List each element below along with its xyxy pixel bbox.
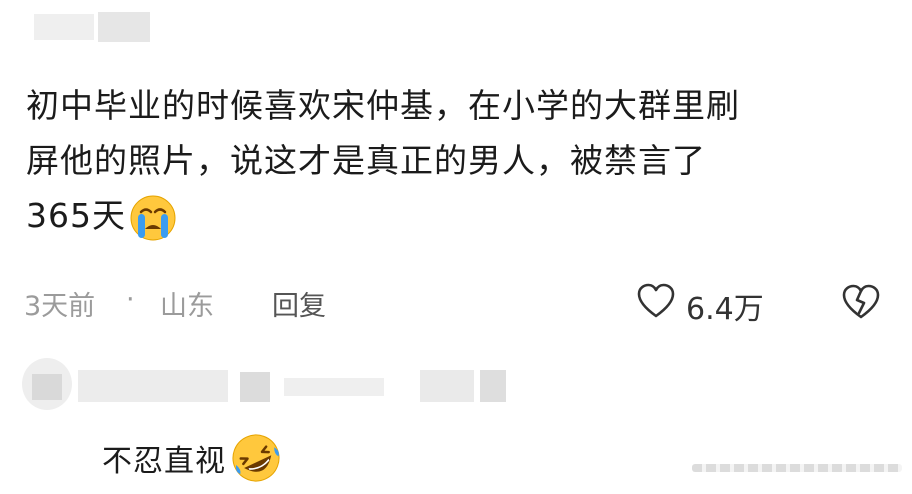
crying-face-icon (130, 195, 176, 240)
meta-dot: · (126, 284, 135, 315)
comment-line-text: 365天 (26, 196, 126, 235)
comment-time: 3天前 (24, 291, 96, 322)
broken-heart-icon[interactable] (841, 283, 881, 323)
heart-icon (637, 283, 675, 318)
username-blur (98, 12, 150, 42)
reply-username-blur (420, 370, 474, 402)
reply-button[interactable]: 回复 (272, 284, 326, 323)
comment-body: 初中毕业的时候喜欢宋仲基，在小学的大群里刷 屏他的照片，说这才是真正的男人，被禁… (26, 78, 886, 243)
like-count: 6.4万 (686, 292, 764, 327)
username-blur (34, 14, 94, 40)
reply-username-blur (284, 378, 384, 396)
reply-username-blur (78, 370, 228, 402)
avatar[interactable] (22, 358, 72, 410)
reply-body: 不忍直视 (102, 434, 284, 486)
reply-username-blur (240, 372, 270, 402)
comment-location: 山东 (160, 291, 214, 322)
comment-line: 初中毕业的时候喜欢宋仲基，在小学的大群里刷 (26, 86, 740, 125)
rolling-on-floor-laughing-icon (232, 434, 280, 481)
reply-text: 不忍直视 (102, 444, 226, 479)
comment-line: 365天 (26, 188, 886, 243)
reply-username-blur (480, 370, 506, 402)
watermark-strip (692, 464, 902, 472)
comment-line: 屏他的照片，说这才是真正的男人，被禁言了 (26, 141, 706, 180)
